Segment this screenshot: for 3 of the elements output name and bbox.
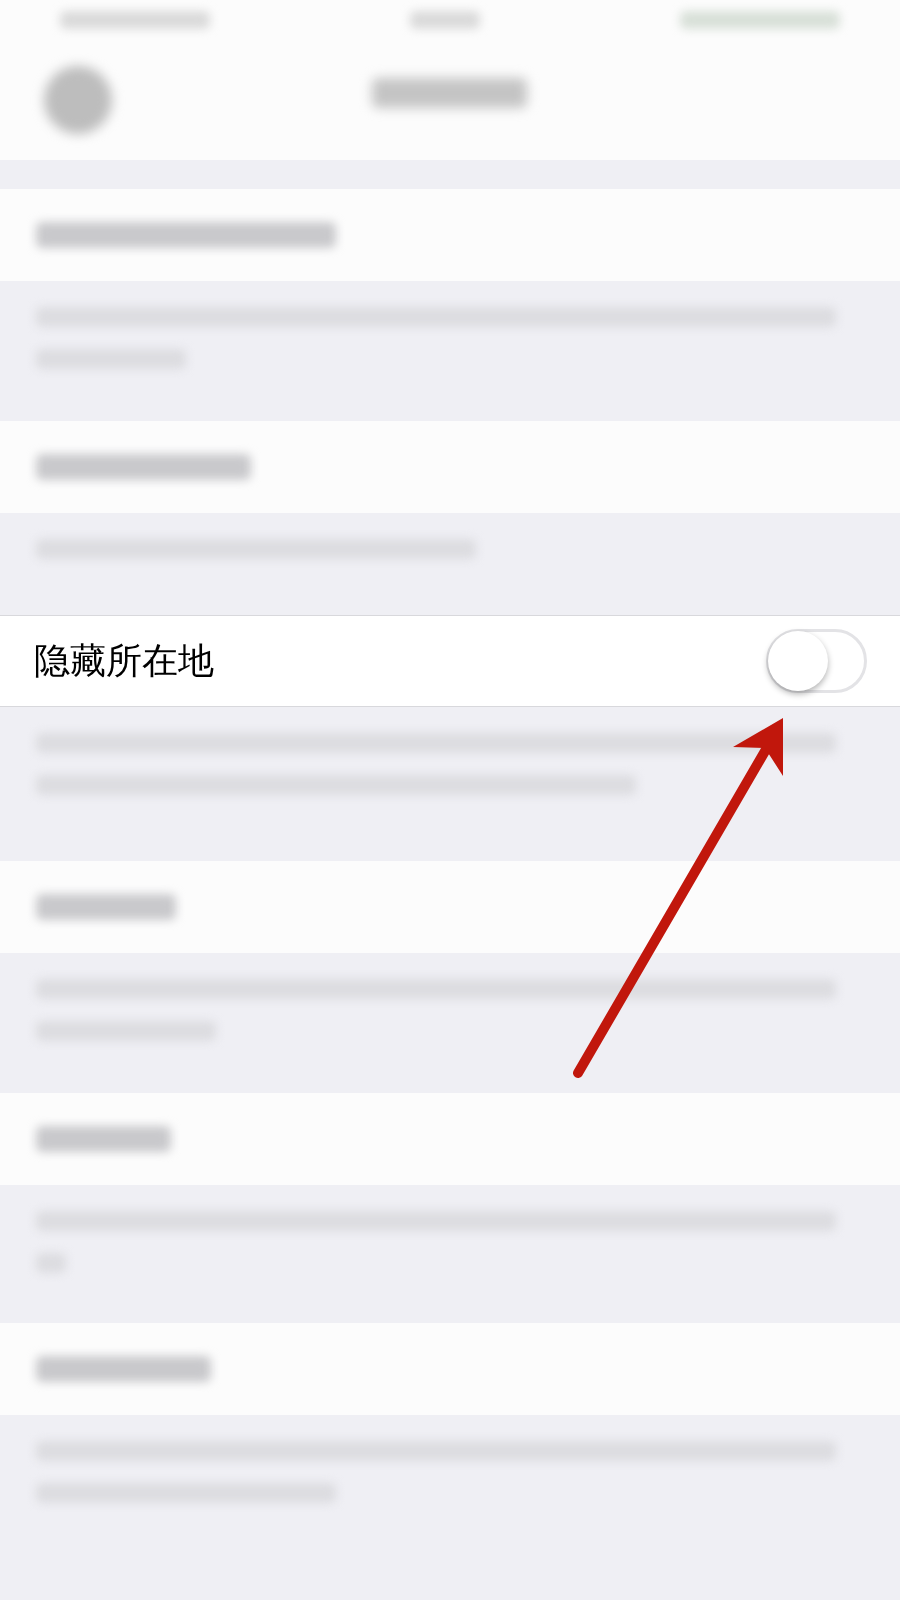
- blurred-status-text: [410, 11, 480, 29]
- setting-label: 隐藏所在地: [34, 643, 214, 679]
- toggle-switch[interactable]: [766, 629, 867, 693]
